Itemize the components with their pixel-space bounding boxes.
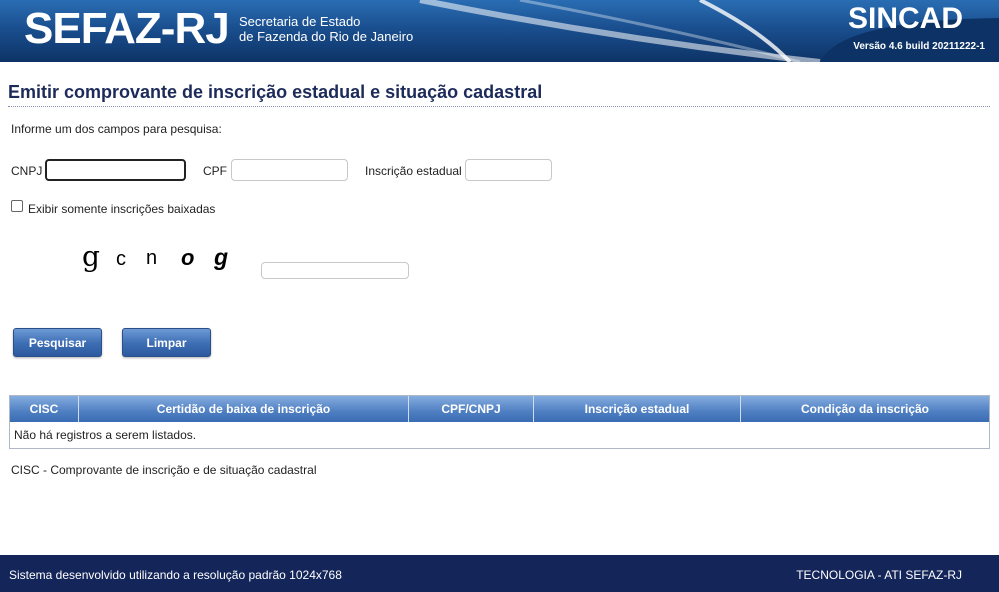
search-instruction: Informe um dos campos para pesquisa: [11,122,222,136]
app-footer: Sistema desenvolvido utilizando a resolu… [0,555,999,592]
column-header-cisc[interactable]: CISC [10,396,79,422]
captcha-char: n [146,247,158,269]
empty-table-message: Não há registros a serem listados. [14,428,197,442]
app-header: SEFAZ-RJ Secretaria de Estado de Fazenda… [0,0,999,62]
clear-button[interactable]: Limpar [122,328,211,357]
agency-name-line1: Secretaria de Estado [239,14,361,29]
system-version: Versão 4.6 build 20211222-1 [853,41,985,52]
cisc-legend: CISC - Comprovante de inscrição e de sit… [11,463,317,477]
captcha-char: c [116,248,126,270]
cpf-input[interactable] [231,159,348,181]
ie-label: Inscrição estadual [365,164,462,178]
column-header-condicao[interactable]: Condição da inscrição [741,396,989,422]
captcha-char: g [82,240,100,273]
cpf-label: CPF [203,164,227,178]
sefaz-logo: SEFAZ-RJ [24,4,230,53]
column-header-inscricao[interactable]: Inscrição estadual [534,396,741,422]
baixadas-checkbox-label: Exibir somente inscrições baixadas [28,202,216,216]
captcha-char: g [214,244,229,270]
search-button[interactable]: Pesquisar [13,328,102,357]
captcha-image: g c n o g [82,240,242,276]
baixadas-checkbox[interactable] [11,200,23,212]
captcha-input[interactable] [261,262,409,279]
agency-name-line2: de Fazenda do Rio de Janeiro [239,29,414,44]
cnpj-input[interactable] [45,159,186,181]
column-header-cpf-cnpj[interactable]: CPF/CNPJ [409,396,534,422]
inscricao-estadual-input[interactable] [465,159,552,181]
system-name: SINCAD [847,2,963,35]
cnpj-label: CNPJ [11,164,43,178]
page-title: Emitir comprovante de inscrição estadual… [8,82,543,102]
results-table: CISC Certidão de baixa de inscrição CPF/… [9,395,990,449]
column-header-certidao[interactable]: Certidão de baixa de inscrição [79,396,409,422]
title-divider [8,106,990,107]
footer-resolution-note: Sistema desenvolvido utilizando a resolu… [9,568,342,582]
table-header: CISC Certidão de baixa de inscrição CPF/… [10,396,989,422]
footer-credits: TECNOLOGIA - ATI SEFAZ-RJ [796,568,962,582]
agency-name: Secretaria de Estado de Fazenda do Rio d… [239,14,413,44]
captcha-char: o [181,245,195,270]
